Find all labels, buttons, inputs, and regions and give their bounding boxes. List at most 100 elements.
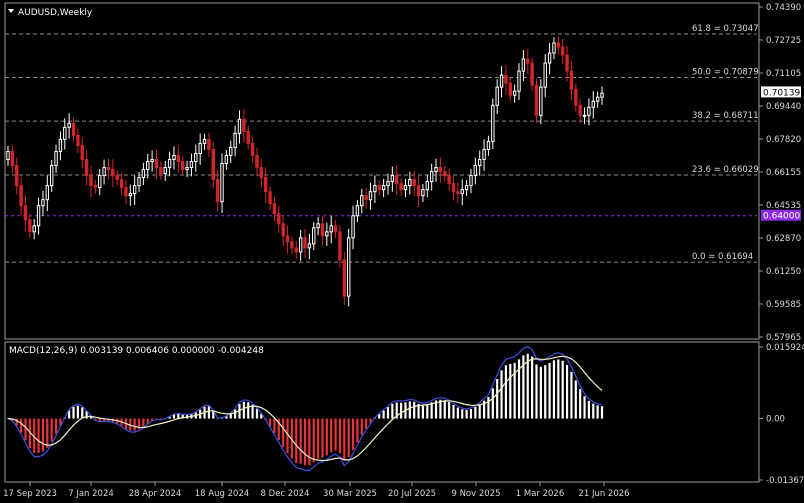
time-tick-label: 30 Mar 2025 <box>323 489 377 499</box>
macd-histogram-bar <box>299 418 302 464</box>
candle-body <box>146 161 150 171</box>
candle-body <box>534 84 539 116</box>
level-price-tag: 0.64000 <box>761 209 801 222</box>
time-tick-label: 9 Nov 2025 <box>451 489 500 499</box>
candle-body <box>10 150 15 167</box>
price-tick-label: 0.66155 <box>766 168 801 178</box>
candle-body <box>591 100 595 108</box>
macd-histogram-bar <box>452 404 455 419</box>
candle-body <box>421 189 425 197</box>
candle-body <box>111 169 115 177</box>
candle-body <box>172 154 176 160</box>
time-tick-label: 8 Dec 2024 <box>261 489 310 499</box>
candle-body <box>167 158 172 169</box>
macd-histogram-bar <box>570 371 573 419</box>
candle-body <box>132 185 137 195</box>
candle-body <box>447 175 451 185</box>
time-tick-label: 20 Jul 2025 <box>388 489 436 499</box>
candle-body <box>45 185 50 201</box>
price-tick-label: 0.74390 <box>766 3 801 13</box>
macd-histogram-bar <box>282 418 285 448</box>
candle-body <box>106 167 111 171</box>
fib-level-label: 38.2 = 0.68711 <box>692 111 759 121</box>
macd-histogram-bar <box>399 402 403 419</box>
macd-histogram-bar <box>356 418 359 443</box>
candle-body <box>80 144 84 160</box>
macd-histogram-bar <box>255 408 259 419</box>
candle-body <box>259 167 264 179</box>
candle-body <box>290 241 294 249</box>
candle-body <box>54 150 58 167</box>
price-tick-label: 0.61250 <box>766 267 801 277</box>
fib-level-label: 50.0 = 0.70879 <box>692 68 759 78</box>
candle-body <box>298 237 303 253</box>
audusd-weekly-chart: 61.8 = 0.73047 50.0 = 0.70879 38.2 = 0.687… <box>3 2 804 499</box>
macd-histogram-bar <box>382 410 385 419</box>
macd-histogram-bar <box>496 379 499 419</box>
candle-body <box>202 138 207 144</box>
macd-histogram-bar <box>386 407 390 419</box>
candle-body <box>473 165 478 177</box>
candle-body <box>32 225 36 233</box>
candle-body <box>224 154 229 165</box>
macd-histogram-bar <box>247 402 250 419</box>
candle-body <box>595 96 600 102</box>
macd-histogram-bar <box>461 409 464 419</box>
macd-histogram-bar <box>81 407 84 419</box>
candle-body <box>412 179 416 187</box>
candle-body <box>312 227 316 245</box>
macd-histogram-bar <box>561 360 564 419</box>
macd-histogram-bar <box>54 418 58 434</box>
candle-body <box>28 219 32 233</box>
macd-histogram-bar <box>552 360 556 419</box>
macd-histogram-bar <box>557 359 560 419</box>
chart-title-group[interactable]: AUDUSD,Weekly <box>8 8 93 18</box>
macd-histogram-bar <box>317 418 320 459</box>
candle-body <box>41 199 45 207</box>
candle-body <box>124 187 128 197</box>
candle-body <box>517 70 521 92</box>
price-tick-label: 0.62870 <box>766 234 801 244</box>
candle-body <box>539 86 543 116</box>
candle-body <box>386 181 390 187</box>
candle-body <box>67 122 71 128</box>
current-price-value: 0.70139 <box>763 88 800 98</box>
macd-histogram-bar <box>474 406 477 419</box>
candle-body <box>102 167 106 177</box>
candle-body <box>381 185 386 191</box>
candle-body <box>19 185 23 207</box>
candle-body <box>364 195 368 201</box>
candle-body <box>355 205 360 217</box>
candle-body <box>84 158 89 177</box>
macd-histogram-bar <box>295 418 298 463</box>
candle-body <box>63 126 67 140</box>
macd-histogram-bar <box>15 418 18 426</box>
candle-body <box>451 183 456 193</box>
time-tick-label: 18 Aug 2024 <box>195 489 249 499</box>
macd-histogram-bar <box>509 363 512 419</box>
macd-histogram-bar <box>72 406 75 419</box>
candle-body <box>587 106 591 116</box>
candle-body <box>207 138 211 150</box>
candle-body <box>98 175 102 189</box>
macd-histogram-bar <box>421 404 425 419</box>
macd-histogram-bar <box>574 380 577 419</box>
candle-body <box>137 177 141 187</box>
candle-body <box>150 158 154 163</box>
macd-histogram-bar <box>133 418 136 431</box>
candle-body <box>229 146 233 156</box>
macd-histogram-bar <box>334 418 337 451</box>
macd-histogram-bar <box>142 418 145 427</box>
macd-histogram-bar <box>365 418 368 430</box>
candle-body <box>58 138 63 152</box>
macd-tick-label: -0.013677 <box>766 476 804 486</box>
price-axis: 0.74390 0.72725 0.71105 0.69440 0.67820 0.661… <box>759 3 804 486</box>
candle-body <box>194 152 198 163</box>
macd-histogram-bar <box>338 418 342 454</box>
candle-body <box>495 86 499 106</box>
macd-histogram-bar <box>347 418 350 457</box>
candle-body <box>255 154 259 169</box>
candle-body <box>508 82 512 96</box>
candle-body <box>338 231 342 261</box>
candle-body <box>521 58 526 72</box>
